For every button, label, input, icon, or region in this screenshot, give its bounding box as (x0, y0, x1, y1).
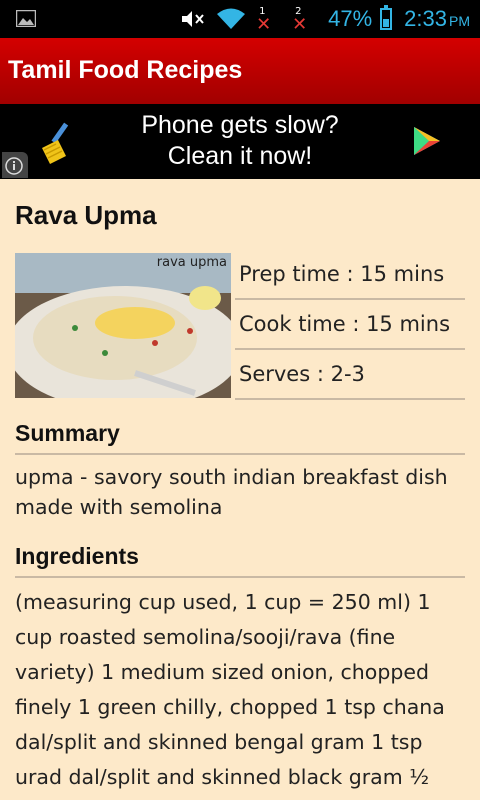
ingredients-text: (measuring cup used, 1 cup = 250 ml) 1 c… (15, 585, 465, 795)
ingredients-divider (15, 576, 465, 578)
ad-text: Phone gets slow? Clean it now! (100, 110, 380, 172)
ingredients-line: finely 1 green chilly, chopped 1 tsp cha… (15, 695, 445, 719)
ingredients-line: dal/split and skinned bengal gram 1 tsp (15, 730, 423, 754)
serves: Serves : 2-3 (239, 362, 365, 386)
clock: 2:33 PM (404, 6, 470, 32)
divider (235, 348, 465, 350)
cook-time: Cook time : 15 mins (239, 312, 451, 336)
photo-caption: rava upma (156, 255, 227, 270)
ingredients-line: urad dal/split and skinned black gram ½ (15, 765, 430, 789)
app-title: Tamil Food Recipes (8, 56, 243, 84)
divider (235, 298, 465, 300)
clock-ampm: PM (449, 13, 470, 29)
ingredients-line: variety) 1 medium sized onion, chopped (15, 660, 429, 684)
mute-icon (182, 11, 204, 27)
status-bar: 1 ✕ 2 ✕ 47% 2:33 PM (0, 0, 480, 38)
recipe-title: Rava Upma (15, 200, 157, 230)
prep-time: Prep time : 15 mins (239, 262, 445, 286)
sim2-signal-icon: 2 ✕ (292, 6, 314, 35)
gallery-notification-icon (16, 10, 36, 27)
summary-text: upma - savory south indian breakfast dis… (15, 465, 448, 519)
ad-headline: Phone gets slow? (141, 111, 339, 139)
ad-subline: Clean it now! (167, 142, 313, 170)
broom-icon (42, 122, 69, 164)
sim1-no-signal-mark: ✕ (256, 14, 272, 35)
wifi-icon (217, 8, 246, 29)
summary-divider (15, 453, 465, 455)
recipe-photo: rava upma (15, 253, 231, 398)
sim1-signal-icon: 1 ✕ (256, 6, 278, 35)
battery-fill (383, 18, 390, 27)
app-bar: Tamil Food Recipes (0, 38, 480, 104)
ingredients-line: cup roasted semolina/sooji/rava (fine (15, 625, 396, 649)
ingredients-line: (measuring cup used, 1 cup = 250 ml) 1 (15, 590, 431, 614)
battery-percent: 47% (328, 6, 373, 31)
clock-time: 2:33 (404, 6, 447, 31)
summary-heading: Summary (15, 420, 120, 446)
ad-banner[interactable]: Phone gets slow? Clean it now! (0, 104, 480, 179)
battery-icon (380, 5, 393, 30)
ingredients-heading: Ingredients (15, 543, 139, 569)
divider (235, 398, 465, 400)
play-store-icon[interactable] (412, 125, 442, 157)
ad-info-icon[interactable] (2, 152, 28, 178)
sim2-no-signal-mark: ✕ (292, 14, 308, 35)
